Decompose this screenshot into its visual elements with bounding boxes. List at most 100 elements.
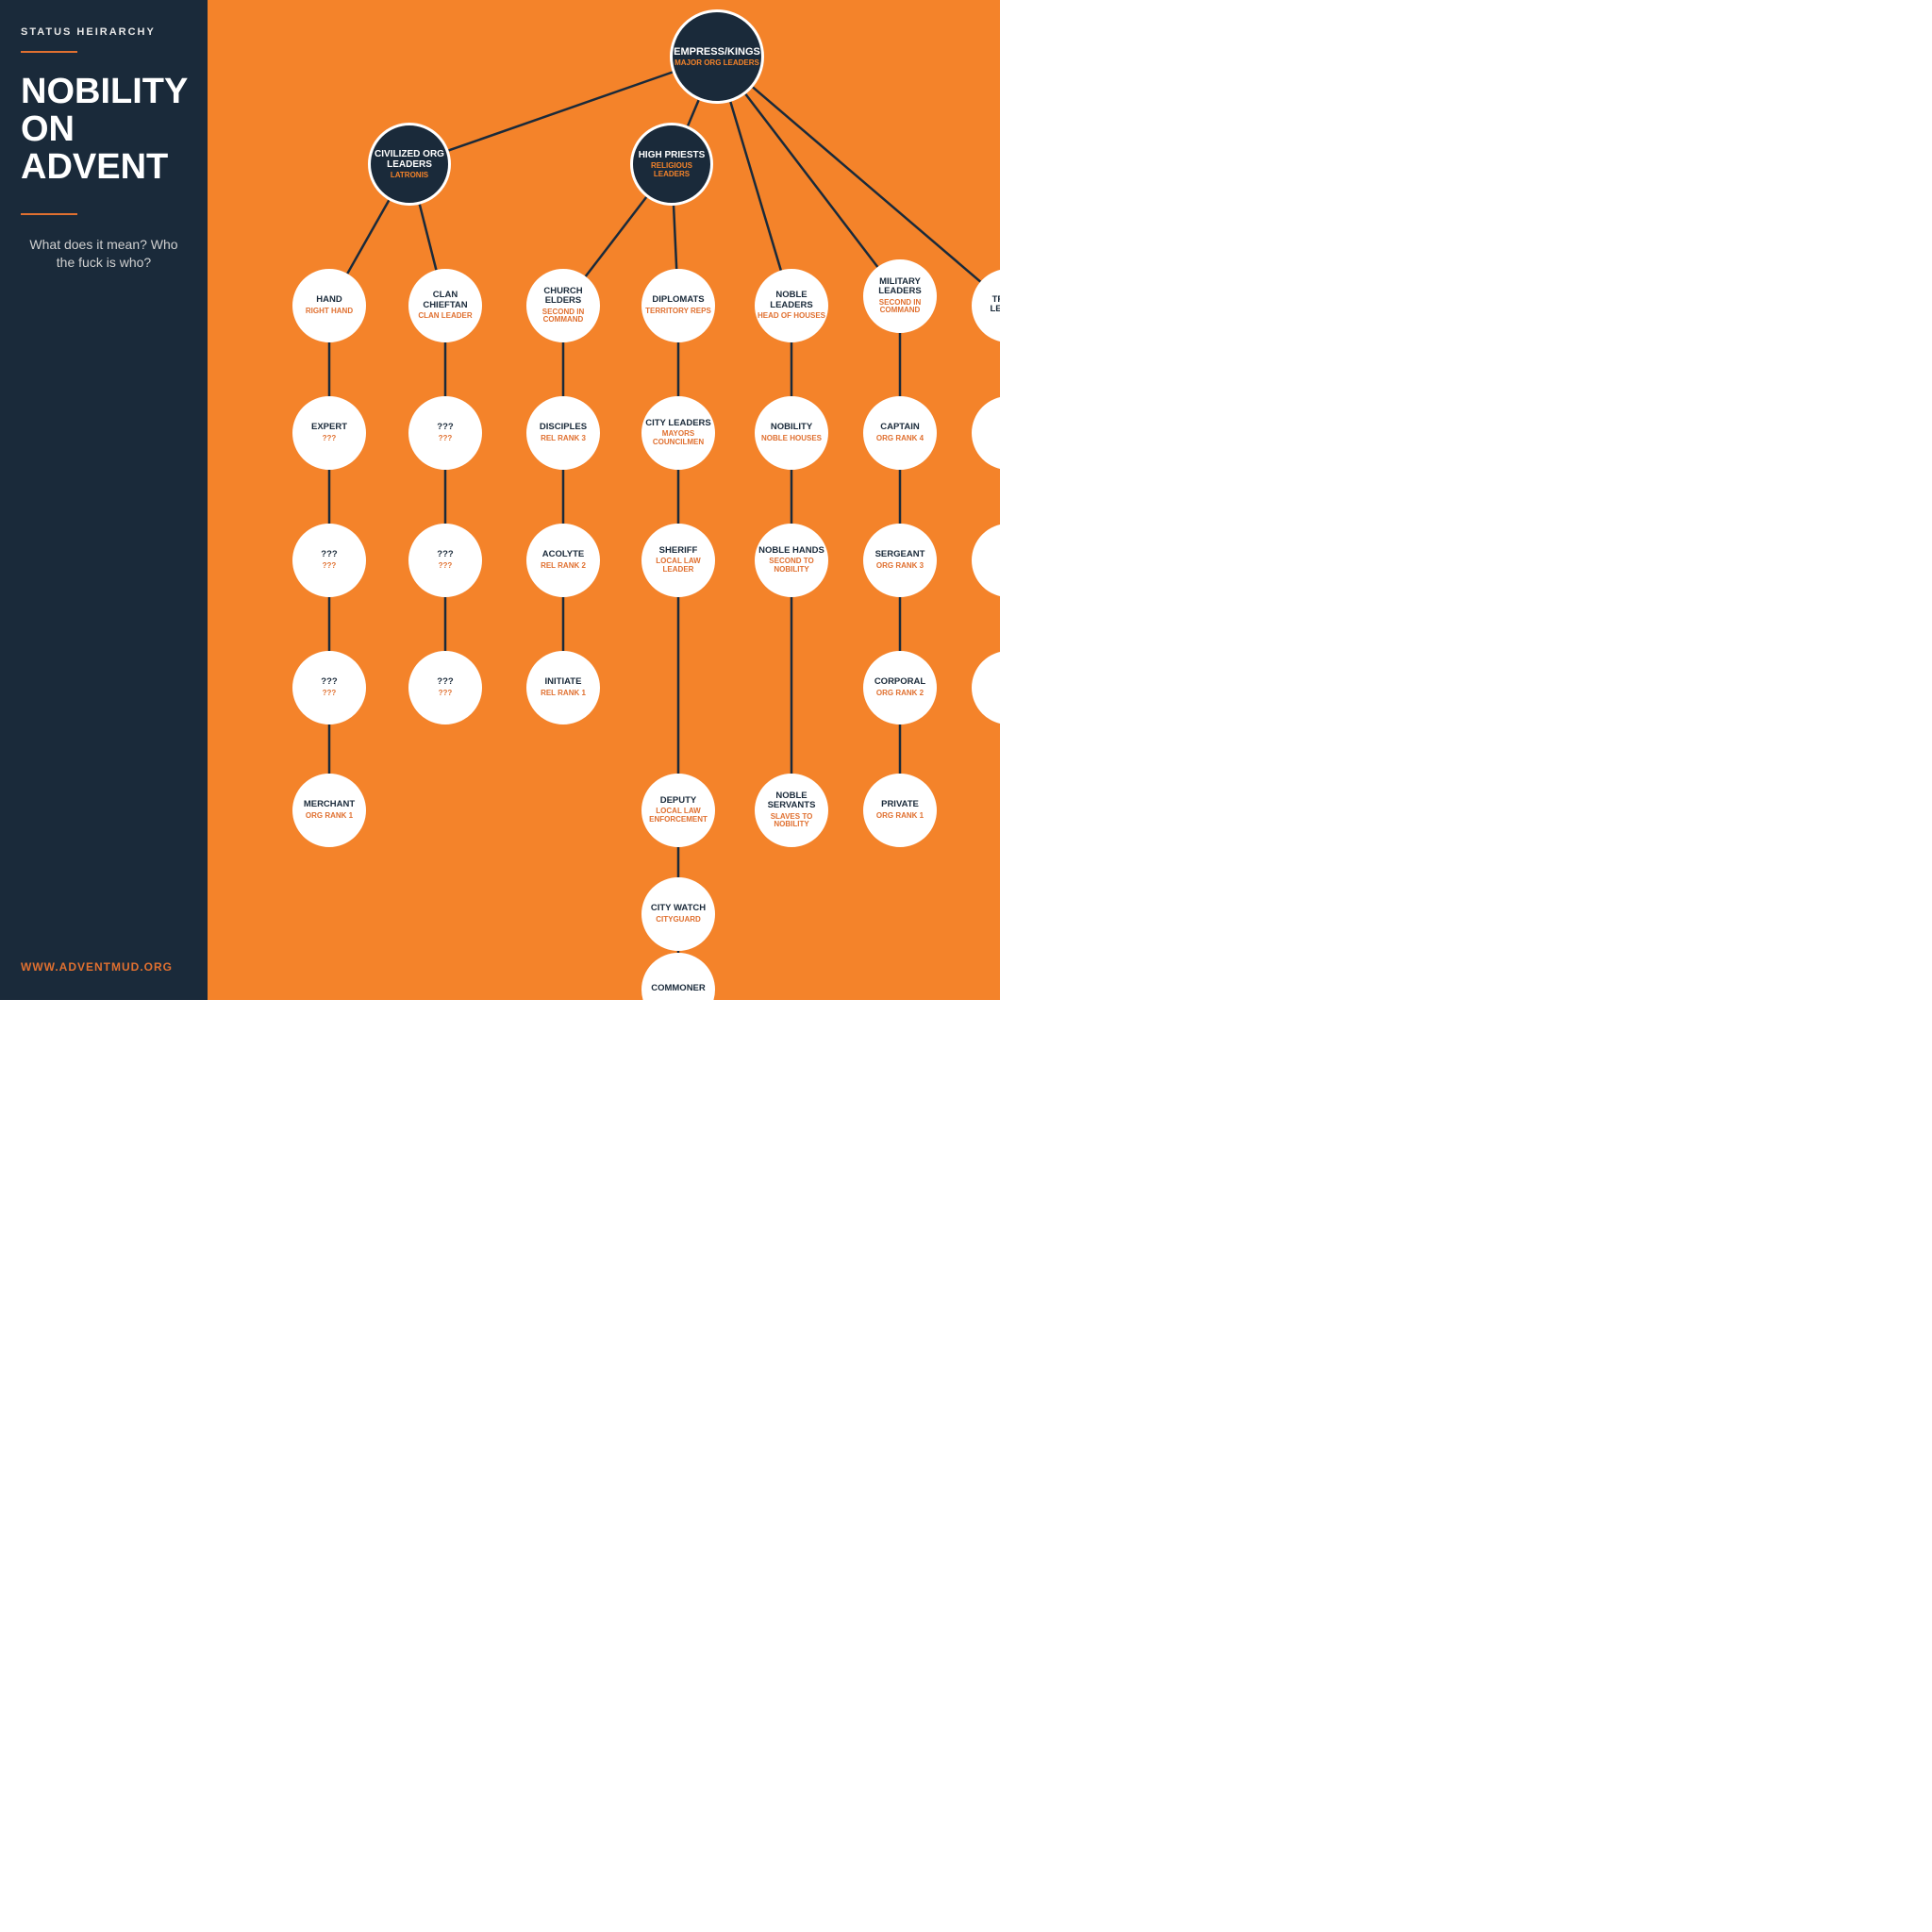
node-corporal-title: CORPORAL xyxy=(874,677,925,687)
node-city-leaders: CITY LEADERS MAYORS COUNCILMEN xyxy=(641,396,715,470)
node-hand-title: HAND xyxy=(316,295,341,305)
status-label: STATUS HEIRARCHY xyxy=(21,26,187,38)
node-deputy-title: DEPUTY xyxy=(660,796,697,806)
node-expert-sub: ??? xyxy=(323,435,337,443)
node-clan2-sub: ??? xyxy=(439,435,453,443)
node-military-leaders: MILITARY LEADERS SECOND IN COMMAND xyxy=(863,259,937,333)
node-nobility: NOBILITY NOBLE HOUSES xyxy=(755,396,828,470)
node-qqq3-sub: ??? xyxy=(323,562,337,571)
node-clan2-title: ??? xyxy=(437,423,453,432)
node-noble-leaders: NOBLE LEADERS HEAD OF HOUSES xyxy=(755,269,828,342)
node-clan2: ??? ??? xyxy=(408,396,482,470)
node-empress-sub: MAJOR ORG LEADERS xyxy=(675,59,759,68)
node-civilized-title: CIVILIZED ORG LEADERS xyxy=(371,149,448,170)
node-noble-servants: NOBLE SERVANTS SLAVES TO NOBILITY xyxy=(755,774,828,847)
node-noble-leaders-sub: HEAD OF HOUSES xyxy=(758,312,825,321)
node-captain: CAPTAIN ORG RANK 4 xyxy=(863,396,937,470)
node-private-sub: ORG RANK 1 xyxy=(876,812,924,821)
node-nobility-sub: NOBLE HOUSES xyxy=(761,435,822,443)
node-city-watch: CITY WATCH CITYGUARD xyxy=(641,877,715,951)
node-initiate: INITIATE REL RANK 1 xyxy=(526,651,600,724)
node-merchant: MERCHANT ORG RANK 1 xyxy=(292,774,366,847)
node-civilized-sub: LATRONIS xyxy=(391,172,428,180)
node-city-leaders-title: CITY LEADERS xyxy=(645,419,711,428)
node-nobility-title: NOBILITY xyxy=(771,423,812,432)
node-citywatch-title: CITY WATCH xyxy=(651,904,706,913)
node-hand: HAND RIGHT HAND xyxy=(292,269,366,342)
node-merchant-title: MERCHANT xyxy=(304,800,355,809)
node-hand-sub: RIGHT HAND xyxy=(306,308,353,316)
node-sergeant-sub: ORG RANK 3 xyxy=(876,562,924,571)
sidebar: STATUS HEIRARCHY NOBILITY ON ADVENT What… xyxy=(0,0,208,1000)
node-noble-leaders-title: NOBLE LEADERS xyxy=(758,291,825,310)
node-clan4: ??? ??? xyxy=(408,651,482,724)
node-clan3-sub: ??? xyxy=(439,562,453,571)
node-noble-servants-sub: SLAVES TO NOBILITY xyxy=(758,813,825,830)
node-high-priests: HIGH PRIESTS RELIGIOUS LEADERS xyxy=(630,123,713,206)
node-private-title: PRIVATE xyxy=(881,800,919,809)
node-initiate-title: INITIATE xyxy=(545,677,582,687)
divider-2 xyxy=(21,213,77,215)
node-citywatch-sub: CITYGUARD xyxy=(656,916,701,924)
node-tribal-title: TRIBAL LEADER xyxy=(974,295,1000,315)
node-qqq3-title: ??? xyxy=(321,550,337,559)
node-highpriests-title: HIGH PRIESTS xyxy=(639,150,706,160)
node-disciples-sub: REL RANK 3 xyxy=(541,435,586,443)
node-diplomats: DIPLOMATS TERRITORY REPS xyxy=(641,269,715,342)
node-city-leaders-sub: MAYORS COUNCILMEN xyxy=(644,430,712,447)
node-clan-sub: CLAN LEADER xyxy=(418,312,472,321)
node-corporal-sub: ORG RANK 2 xyxy=(876,690,924,698)
node-noble-hands-title: NOBLE HANDS xyxy=(758,546,824,556)
node-tribal2: ??? ??? xyxy=(972,396,1000,470)
node-noble-servants-title: NOBLE SERVANTS xyxy=(758,791,825,811)
node-tribal-leader: TRIBAL LEADER xyxy=(972,269,1000,342)
node-disciples-title: DISCIPLES xyxy=(540,423,587,432)
node-corporal: CORPORAL ORG RANK 2 xyxy=(863,651,937,724)
node-merchant-sub: ORG RANK 1 xyxy=(306,812,353,821)
node-tribal3: ??? ??? xyxy=(972,524,1000,597)
node-clan3-title: ??? xyxy=(437,550,453,559)
node-noble-hands-sub: SECOND TO NOBILITY xyxy=(758,558,825,575)
node-acolyte: ACOLYTE REL RANK 2 xyxy=(526,524,600,597)
node-commoner-title: COMMONER xyxy=(651,984,706,993)
node-captain-sub: ORG RANK 4 xyxy=(876,435,924,443)
main-content: EMPRESS/KINGS MAJOR ORG LEADERS CIVILIZE… xyxy=(208,0,1000,1000)
node-noble-hands: NOBLE HANDS SECOND TO NOBILITY xyxy=(755,524,828,597)
node-church-sub: SECOND IN COMMAND xyxy=(529,308,597,325)
node-empress: EMPRESS/KINGS MAJOR ORG LEADERS xyxy=(670,9,764,104)
node-deputy-sub: LOCAL LAW ENFORCEMENT xyxy=(644,808,712,824)
node-acolyte-title: ACOLYTE xyxy=(542,550,585,559)
node-church-title: CHURCH ELDERS xyxy=(529,287,597,307)
divider-1 xyxy=(21,51,77,53)
node-qqq4-title: ??? xyxy=(321,677,337,687)
node-sheriff-sub: LOCAL LAW LEADER xyxy=(644,558,712,575)
node-empress-title: EMPRESS/KINGS xyxy=(674,46,760,58)
node-qqq4-sub: ??? xyxy=(323,690,337,698)
node-expert: EXPERT ??? xyxy=(292,396,366,470)
connector-lines xyxy=(208,0,1000,1000)
node-deputy: DEPUTY LOCAL LAW ENFORCEMENT xyxy=(641,774,715,847)
node-expert-title: EXPERT xyxy=(311,423,347,432)
node-clan-title: CLAN CHIEFTAN xyxy=(411,291,479,310)
node-initiate-sub: REL RANK 1 xyxy=(541,690,586,698)
node-diplomats-sub: TERRITORY REPS xyxy=(645,308,711,316)
node-military-title: MILITARY LEADERS xyxy=(866,277,934,297)
node-sheriff-title: SHERIFF xyxy=(659,546,698,556)
node-disciples: DISCIPLES REL RANK 3 xyxy=(526,396,600,470)
node-clan4-sub: ??? xyxy=(439,690,453,698)
node-sheriff: SHERIFF LOCAL LAW LEADER xyxy=(641,524,715,597)
node-diplomats-title: DIPLOMATS xyxy=(652,295,704,305)
node-sergeant-title: SERGEANT xyxy=(875,550,925,559)
sidebar-url: WWW.ADVENTMUD.ORG xyxy=(21,960,173,974)
node-military-sub: SECOND IN COMMAND xyxy=(866,299,934,316)
sidebar-description: What does it mean? Who the fuck is who? xyxy=(21,236,187,273)
node-qqq4: ??? ??? xyxy=(292,651,366,724)
node-clan-chieftan: CLAN CHIEFTAN CLAN LEADER xyxy=(408,269,482,342)
node-civilized: CIVILIZED ORG LEADERS LATRONIS xyxy=(368,123,451,206)
sidebar-title: NOBILITY ON ADVENT xyxy=(21,74,187,187)
node-tribal4: ??? ??? xyxy=(972,651,1000,724)
node-qqq3: ??? ??? xyxy=(292,524,366,597)
node-highpriests-sub: RELIGIOUS LEADERS xyxy=(633,162,710,179)
node-church-elders: CHURCH ELDERS SECOND IN COMMAND xyxy=(526,269,600,342)
node-clan4-title: ??? xyxy=(437,677,453,687)
